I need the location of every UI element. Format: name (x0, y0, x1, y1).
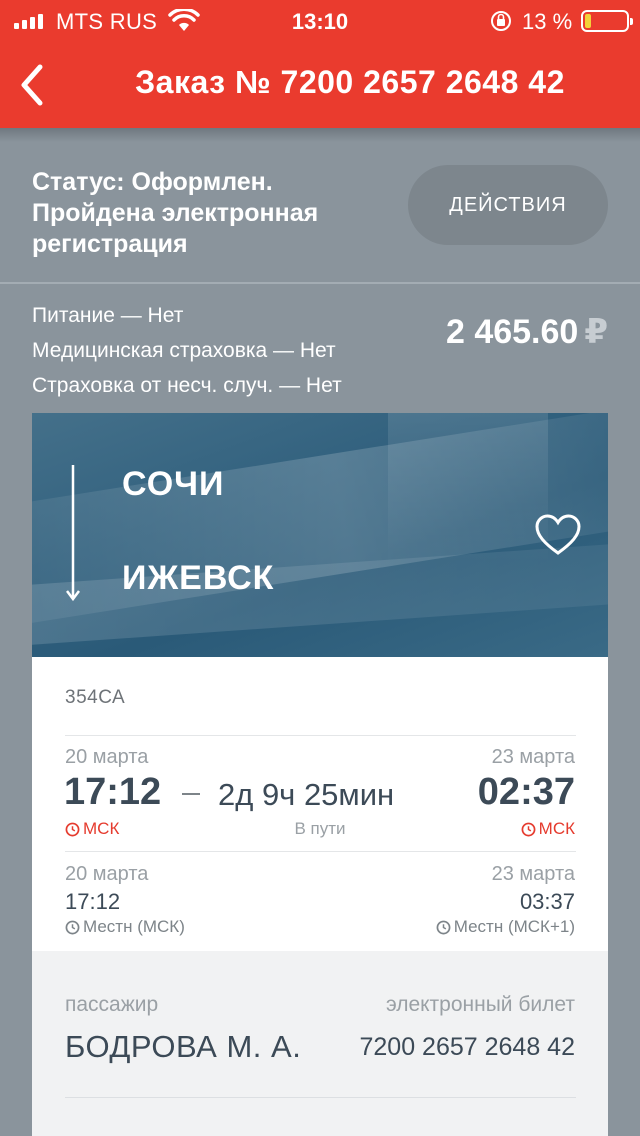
order-options: Питание — Нет Медицинская страховка — Не… (32, 298, 342, 403)
header-shadow (0, 128, 640, 142)
local-departure-timezone: Местн (МСК) (65, 917, 185, 937)
battery-icon (581, 10, 633, 32)
timezone-label: МСК (538, 819, 575, 838)
passenger-name: БОДРОВА М. А. (65, 1029, 302, 1064)
actions-button[interactable]: ДЕЙСТВИЯ (408, 165, 608, 245)
clock-icon (521, 822, 536, 836)
order-price: 2 465.60 ₽ (446, 312, 608, 352)
ticket-label: электронный билет (385, 993, 575, 1016)
separator (65, 851, 576, 852)
page-title: Заказ № 7200 2657 2648 42 (135, 64, 565, 100)
clock-icon (65, 920, 80, 934)
arrival-date: 23 марта (491, 746, 575, 768)
local-departure-date: 20 марта (65, 863, 149, 885)
back-button[interactable] (14, 62, 54, 108)
clock-icon (436, 920, 451, 934)
local-arrival-time: 03:37 (519, 889, 575, 914)
price-value: 2 465.60 (445, 313, 579, 351)
passenger-label: пассажир (65, 993, 159, 1016)
option-meal: Питание — Нет (32, 304, 184, 327)
departure-date: 20 марта (65, 746, 149, 768)
separator (65, 735, 576, 736)
currency-symbol: ₽ (584, 313, 608, 351)
trip-duration: 2д 9ч 25мин (218, 777, 395, 812)
trip-details: 354СА 20 марта 23 марта 17:12 2д 9ч 25ми… (32, 657, 608, 951)
divider (0, 282, 640, 284)
status-bar: MTS RUS 13:10 13 % (0, 0, 640, 42)
departure-city: СОЧИ (122, 465, 225, 503)
separator (65, 1097, 576, 1098)
timezone-label: Местн (МСК+1) (453, 917, 575, 936)
option-accident-insurance: Страховка от несч. случ. — Нет (32, 374, 342, 397)
ticket-number: 7200 2657 2648 42 (359, 1033, 576, 1061)
train-number: 354СА (65, 687, 126, 708)
timezone-label: Местн (МСК) (83, 917, 185, 936)
option-medical-insurance: Медицинская страховка — Нет (32, 339, 336, 362)
arrival-city: ИЖЕВСК (122, 559, 275, 597)
route-banner: СОЧИ ИЖЕВСК (32, 413, 608, 657)
order-status-line: Статус: Оформлен. (32, 168, 273, 196)
app-header: MTS RUS 13:10 13 % Заказ № 7200 2657 264… (0, 0, 640, 128)
order-status: Статус: Оформлен. Пройдена электронная р… (32, 167, 392, 260)
local-departure-time: 17:12 (65, 889, 121, 914)
time-dash (182, 793, 200, 795)
passenger-section: пассажир электронный билет БОДРОВА М. А.… (32, 951, 608, 1136)
arrival-time: 02:37 (477, 771, 575, 813)
departure-time: 17:12 (64, 771, 162, 813)
favorite-heart-icon[interactable] (534, 513, 582, 557)
order-status-line: регистрация (32, 230, 188, 258)
rotation-lock-icon (491, 11, 511, 31)
battery-percent: 13 % (522, 9, 573, 34)
local-arrival-timezone: Местн (МСК+1) (436, 917, 575, 937)
arrival-timezone: МСК (521, 819, 575, 839)
order-status-line: Пройдена электронная (32, 199, 319, 227)
route-arrow-icon (66, 465, 80, 602)
local-arrival-date: 23 марта (491, 863, 575, 885)
